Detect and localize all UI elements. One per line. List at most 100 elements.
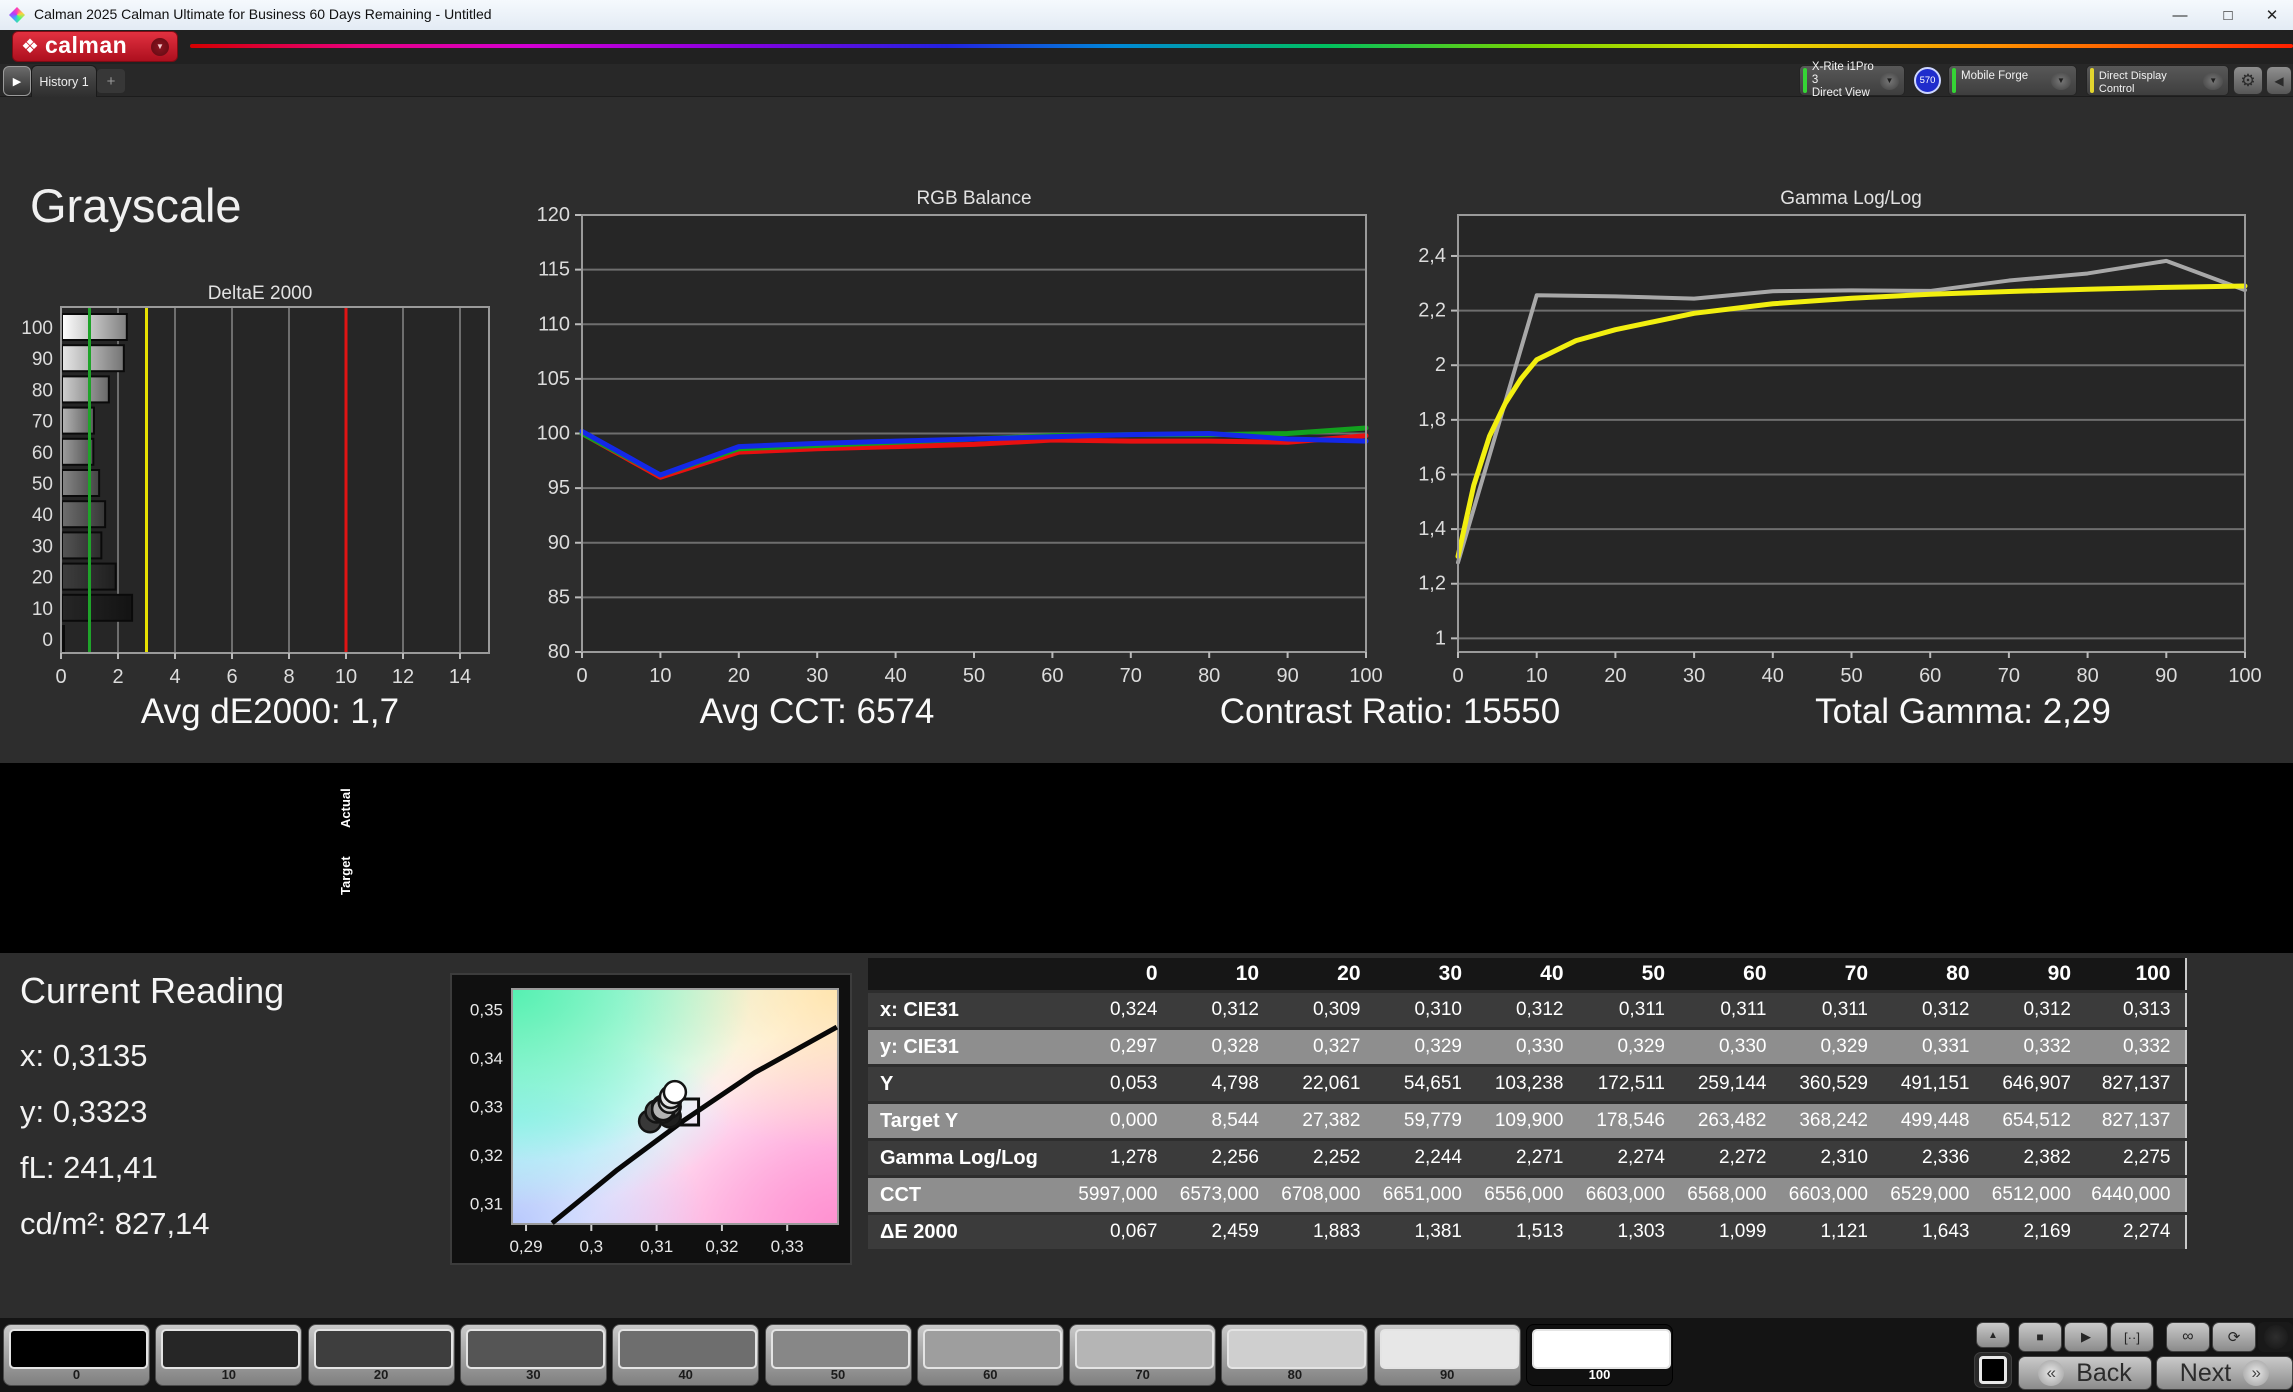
- table-cell: 0,311: [1780, 993, 1882, 1027]
- table-cell: 6603,000: [1780, 1178, 1882, 1212]
- play-icon[interactable]: ▶: [2064, 1322, 2108, 1352]
- table-cell: 27,382: [1273, 1104, 1375, 1138]
- svg-text:10: 10: [32, 599, 53, 620]
- gamma-line-measured: [1456, 258, 2247, 565]
- table-cell: 1,883: [1273, 1215, 1375, 1249]
- calman-menu-button[interactable]: ❖ calman ▼: [12, 31, 178, 62]
- patch-button-80[interactable]: 80: [1221, 1324, 1369, 1386]
- table-cell: 8,544: [1171, 1104, 1273, 1138]
- source-dropdown[interactable]: Mobile Forge ▼: [1948, 65, 2077, 96]
- meter-delay-badge[interactable]: 570: [1914, 67, 1941, 94]
- page-title: Grayscale: [30, 179, 242, 232]
- reading-x: x: 0,3135: [20, 1038, 148, 1073]
- table-cell: 0,329: [1577, 1030, 1679, 1064]
- display-control-label: Direct Display Control: [2098, 70, 2167, 95]
- collapse-panel-icon[interactable]: ◀: [2266, 66, 2292, 95]
- up-arrow-button[interactable]: ▲: [1976, 1322, 2010, 1348]
- patch-button-40[interactable]: 40: [612, 1324, 760, 1386]
- close-button[interactable]: ✕: [2252, 0, 2292, 30]
- svg-text:70: 70: [1120, 665, 1142, 687]
- pattern-window-button[interactable]: [1974, 1352, 2012, 1388]
- svg-text:4: 4: [169, 666, 180, 688]
- svg-text:100: 100: [2228, 665, 2261, 687]
- svg-text:60: 60: [32, 443, 53, 464]
- patch-button-0[interactable]: 0: [3, 1324, 150, 1386]
- table-cell: 827,137: [2085, 1067, 2187, 1101]
- single-measure-icon[interactable]: [··]: [2110, 1322, 2154, 1352]
- patch-label: 70: [1135, 1367, 1150, 1382]
- svg-text:1,6: 1,6: [1418, 463, 1446, 485]
- svg-text:10: 10: [335, 666, 357, 688]
- svg-text:8: 8: [283, 666, 294, 688]
- maximize-button[interactable]: □: [2208, 0, 2248, 30]
- source-label: Mobile Forge: [1961, 70, 2029, 82]
- table-col-90: 90: [1983, 958, 2085, 990]
- table-cell: 0,312: [1983, 993, 2085, 1027]
- deltae-bar-80: [61, 375, 110, 404]
- display-control-dropdown[interactable]: Direct Display Control ▼: [2086, 65, 2229, 96]
- svg-text:90: 90: [1276, 665, 1298, 687]
- rgb-chart-title: RGB Balance: [916, 188, 1032, 209]
- table-col-70: 70: [1780, 958, 1882, 990]
- table-cell: 259,144: [1679, 1067, 1781, 1101]
- svg-text:70: 70: [1998, 665, 2020, 687]
- svg-text:50: 50: [1840, 665, 1862, 687]
- svg-text:70: 70: [32, 412, 53, 433]
- patch-button-50[interactable]: 50: [764, 1324, 912, 1386]
- table-cell: 6573,000: [1171, 1178, 1273, 1212]
- tab-history-1[interactable]: History 1: [31, 65, 97, 97]
- svg-text:0: 0: [1452, 665, 1463, 687]
- table-cell: 0,324: [1070, 993, 1172, 1027]
- table-cell: 0,297: [1070, 1030, 1172, 1064]
- patch-button-10[interactable]: 10: [155, 1324, 303, 1386]
- patch-swatch: [161, 1329, 301, 1369]
- table-cell: 0,309: [1273, 993, 1375, 1027]
- table-cell: 2,271: [1476, 1141, 1578, 1175]
- patch-label: 30: [526, 1367, 541, 1382]
- patch-button-70[interactable]: 70: [1069, 1324, 1217, 1386]
- gear-icon[interactable]: ⚙: [2233, 66, 2263, 95]
- table-cell: 0,000: [1070, 1104, 1172, 1138]
- patch-label: 90: [1439, 1367, 1455, 1382]
- svg-text:80: 80: [1198, 665, 1220, 687]
- tab-scroll-button[interactable]: ▶: [3, 66, 31, 96]
- table-cell: 0,312: [1476, 993, 1578, 1027]
- continuous-loop-icon[interactable]: ∞: [2166, 1322, 2210, 1352]
- patch-label: 50: [830, 1367, 846, 1382]
- table-cell: 22,061: [1273, 1067, 1375, 1101]
- table-col-100: 100: [2085, 958, 2187, 990]
- next-arrow-icon: »: [2243, 1360, 2270, 1386]
- svg-text:100: 100: [537, 423, 570, 445]
- patch-label: 60: [983, 1367, 998, 1382]
- avg-de2000-stat: Avg dE2000: 1,7: [140, 692, 400, 731]
- back-button[interactable]: « Back: [2018, 1356, 2152, 1390]
- patch-button-100[interactable]: 100: [1526, 1324, 1673, 1386]
- svg-text:14: 14: [449, 666, 471, 688]
- deltae-bar-0: [61, 625, 65, 653]
- stop-icon[interactable]: ■: [2018, 1322, 2062, 1352]
- table-cell: 0,330: [1679, 1030, 1781, 1064]
- minimize-button[interactable]: —: [2160, 0, 2200, 30]
- add-tab-button[interactable]: +: [97, 69, 125, 93]
- patch-button-30[interactable]: 30: [459, 1324, 607, 1386]
- total-gamma-stat: Total Gamma: 2,29: [1815, 692, 2111, 731]
- patch-button-90[interactable]: 90: [1373, 1324, 1521, 1386]
- patch-button-20[interactable]: 20: [307, 1324, 455, 1386]
- refresh-icon[interactable]: ⟳: [2212, 1322, 2256, 1352]
- svg-text:6: 6: [226, 666, 237, 688]
- svg-text:90: 90: [32, 349, 53, 370]
- back-label: Back: [2076, 1358, 2132, 1387]
- table-cell: 6529,000: [1882, 1178, 1984, 1212]
- deltae-chart-title: DeltaE 2000: [207, 283, 313, 304]
- next-button[interactable]: Next »: [2156, 1356, 2293, 1390]
- knob-icon: [2263, 1325, 2288, 1349]
- rgb-line-blue: [579, 428, 1369, 478]
- patch-button-60[interactable]: 60: [916, 1324, 1064, 1386]
- meter-label: X-Rite i1Pro 3 Direct View: [1811, 61, 1874, 99]
- calman-app-window: Calman 2025 Calman Ultimate for Business…: [0, 0, 2293, 1392]
- svg-text:0: 0: [42, 630, 53, 651]
- svg-text:100: 100: [1349, 665, 1382, 687]
- svg-text:0: 0: [55, 666, 66, 688]
- meter-dropdown[interactable]: X-Rite i1Pro 3 Direct View ▼: [1799, 61, 1905, 99]
- deltae-bar-60: [61, 437, 95, 466]
